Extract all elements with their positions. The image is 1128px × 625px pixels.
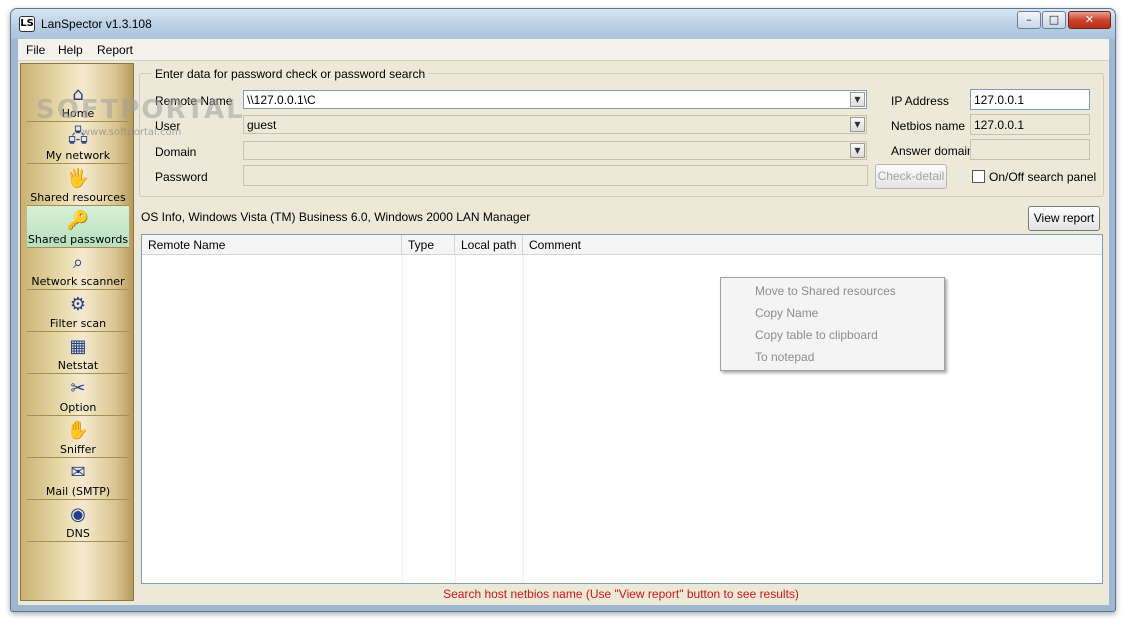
sidebar-item-mail-smtp[interactable]: ✉ Mail (SMTP) — [27, 458, 129, 500]
minimize-button[interactable]: – — [1017, 11, 1041, 29]
sidebar-item-label: Option — [59, 401, 97, 414]
status-message: Search host netbios name (Use "View repo… — [443, 587, 799, 601]
sniffer-icon: ✋ — [66, 420, 90, 441]
title-bar[interactable]: LS LanSpector v1.3.108 – □ ✕ — [11, 9, 1115, 39]
scanner-icon: ⌕ — [72, 252, 84, 273]
chevron-down-icon[interactable]: ▼ — [850, 92, 865, 107]
column-comment[interactable]: Comment — [523, 235, 1102, 255]
search-panel-checkbox[interactable] — [972, 170, 985, 183]
sidebar-item-shared-passwords[interactable]: 🔑 Shared passwords — [27, 206, 129, 248]
chevron-down-icon[interactable]: ▼ — [850, 143, 865, 158]
menu-item-move-to-shared[interactable]: Move to Shared resources — [755, 284, 896, 298]
group-title: Enter data for password check or passwor… — [152, 67, 429, 81]
domain-label: Domain — [155, 145, 197, 159]
os-info: OS Info, Windows Vista (TM) Business 6.0… — [141, 210, 531, 224]
column-type[interactable]: Type — [402, 235, 455, 255]
menu-item-to-notepad[interactable]: To notepad — [755, 350, 814, 364]
sidebar-item-label: Network scanner — [31, 275, 125, 288]
table-header: Remote Name Type Local path Comment — [142, 235, 1102, 255]
window-title: LanSpector v1.3.108 — [41, 17, 152, 31]
menu-item-copy-table[interactable]: Copy table to clipboard — [755, 328, 878, 342]
sidebar-item-network-scanner[interactable]: ⌕ Network scanner — [27, 248, 129, 290]
watermark: SOFTPORTAL — [36, 95, 245, 125]
sidebar: ⌂ Home 🖧 My network 🖐 Shared resources 🔑… — [20, 63, 134, 601]
sidebar-item-label: DNS — [66, 527, 90, 540]
netbios-name-label: Netbios name — [891, 119, 966, 133]
column-local-path[interactable]: Local path — [455, 235, 523, 255]
answer-domain-field[interactable] — [970, 139, 1090, 160]
ip-address-field[interactable]: 127.0.0.1 — [970, 89, 1090, 110]
menu-item-copy-name[interactable]: Copy Name — [755, 306, 818, 320]
sidebar-item-option[interactable]: ✂ Option — [27, 374, 129, 416]
menu-help[interactable]: Help — [58, 43, 83, 57]
globe-icon: ◉ — [70, 504, 86, 525]
sidebar-item-label: Filter scan — [49, 317, 107, 330]
sidebar-item-label: Netstat — [57, 359, 99, 372]
sidebar-item-label: Shared passwords — [27, 233, 129, 246]
domain-combo[interactable]: ▼ — [243, 141, 867, 160]
sidebar-item-filter-scan[interactable]: ⚙ Filter scan — [27, 290, 129, 332]
column-divider — [455, 255, 456, 583]
sidebar-item-label: Shared resources — [30, 191, 126, 204]
search-panel-label: On/Off search panel — [989, 170, 1097, 184]
menu-file[interactable]: File — [26, 43, 45, 57]
main-panel: Enter data for password check or passwor… — [136, 63, 1109, 605]
sidebar-item-label: Mail (SMTP) — [45, 485, 111, 498]
filter-icon: ⚙ — [69, 294, 87, 315]
password-check-group: Enter data for password check or passwor… — [139, 67, 1104, 197]
keys-icon: 🔑 — [66, 210, 90, 231]
remote-name-combo[interactable]: \\127.0.0.1\C ▼ — [243, 90, 867, 109]
remote-name-value: \\127.0.0.1\C — [247, 93, 316, 107]
user-value: guest — [247, 118, 277, 132]
netbios-name-field[interactable]: 127.0.0.1 — [970, 114, 1090, 135]
mail-icon: ✉ — [70, 462, 86, 483]
sidebar-item-dns[interactable]: ◉ DNS — [27, 500, 129, 542]
password-field[interactable] — [243, 165, 868, 186]
column-divider — [402, 255, 403, 583]
view-report-button[interactable]: View report — [1028, 206, 1100, 231]
check-detail-button[interactable]: Check-detail — [875, 164, 947, 189]
password-label: Password — [155, 170, 208, 184]
sidebar-item-label: My network — [45, 149, 111, 162]
column-divider — [523, 255, 524, 583]
sidebar-item-shared-resources[interactable]: 🖐 Shared resources — [27, 164, 129, 206]
context-menu: Move to Shared resources Copy Name Copy … — [720, 277, 945, 371]
app-icon: LS — [19, 16, 35, 32]
chevron-down-icon[interactable]: ▼ — [850, 117, 865, 132]
watermark-url: www.softportal.com — [82, 127, 182, 138]
results-table[interactable]: Remote Name Type Local path Comment Move… — [141, 234, 1103, 584]
tools-icon: ✂ — [70, 378, 86, 399]
ip-address-label: IP Address — [891, 94, 949, 108]
menu-report[interactable]: Report — [97, 43, 133, 57]
answer-domain-label: Answer domain — [891, 144, 974, 158]
user-combo[interactable]: guest ▼ — [243, 115, 867, 134]
close-button[interactable]: ✕ — [1068, 11, 1111, 29]
shared-hand-icon: 🖐 — [66, 168, 90, 189]
sidebar-item-sniffer[interactable]: ✋ Sniffer — [27, 416, 129, 458]
netstat-icon: ▦ — [69, 336, 87, 357]
maximize-button[interactable]: □ — [1042, 11, 1066, 29]
sidebar-item-label: Sniffer — [60, 443, 96, 456]
column-remote-name[interactable]: Remote Name — [142, 235, 402, 255]
netbios-name-value: 127.0.0.1 — [974, 118, 1025, 132]
ip-address-value: 127.0.0.1 — [974, 93, 1025, 107]
menu-bar: File Help Report — [18, 39, 1109, 61]
sidebar-item-netstat[interactable]: ▦ Netstat — [27, 332, 129, 374]
